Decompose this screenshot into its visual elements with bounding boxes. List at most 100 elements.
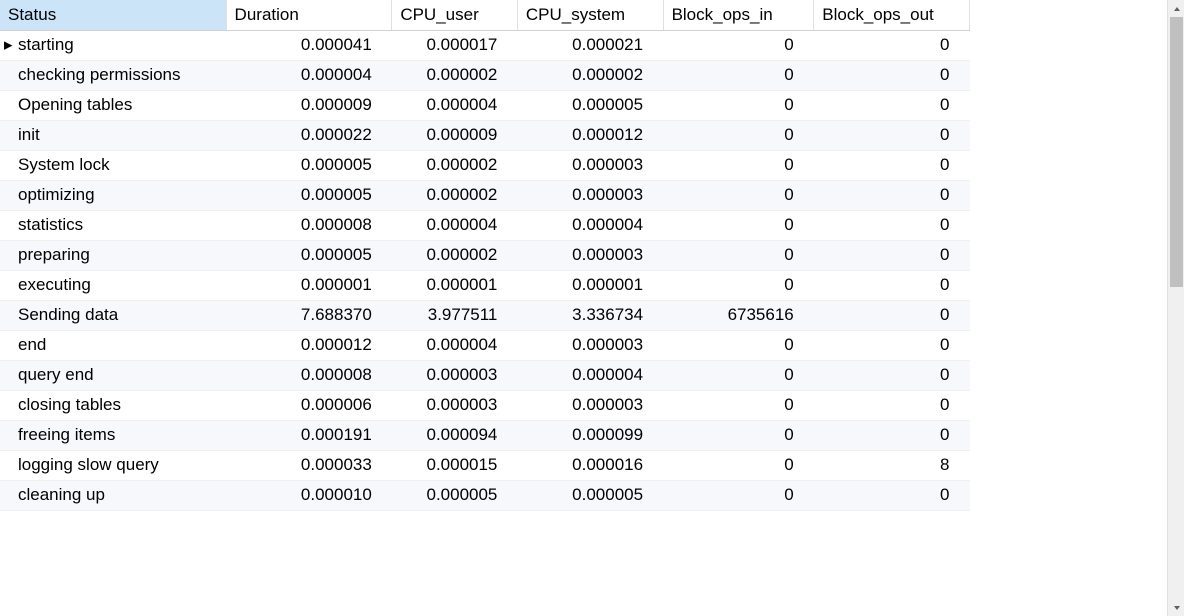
cell-duration[interactable]: 0.000001 — [226, 270, 392, 300]
cell-cpu-system[interactable]: 0.000003 — [517, 150, 663, 180]
cell-cpu-user[interactable]: 0.000002 — [392, 240, 518, 270]
cell-cpu-user[interactable]: 0.000004 — [392, 330, 518, 360]
cell-status[interactable]: init — [0, 120, 226, 150]
cell-cpu-user[interactable]: 0.000003 — [392, 360, 518, 390]
cell-block-ops-out[interactable]: 0 — [814, 210, 970, 240]
cell-status[interactable]: preparing — [0, 240, 226, 270]
cell-duration[interactable]: 0.000008 — [226, 360, 392, 390]
table-row[interactable]: ▶starting0.0000410.0000170.00002100 — [0, 30, 970, 60]
cell-status[interactable]: Sending data — [0, 300, 226, 330]
cell-status[interactable]: Opening tables — [0, 90, 226, 120]
cell-cpu-system[interactable]: 0.000002 — [517, 60, 663, 90]
cell-cpu-user[interactable]: 0.000094 — [392, 420, 518, 450]
column-header-duration[interactable]: Duration — [226, 0, 392, 30]
table-row[interactable]: Opening tables0.0000090.0000040.00000500 — [0, 90, 970, 120]
cell-block-ops-out[interactable]: 0 — [814, 150, 970, 180]
cell-block-ops-in[interactable]: 0 — [663, 210, 814, 240]
cell-duration[interactable]: 0.000008 — [226, 210, 392, 240]
cell-status[interactable]: logging slow query — [0, 450, 226, 480]
cell-status[interactable]: statistics — [0, 210, 226, 240]
table-row[interactable]: checking permissions0.0000040.0000020.00… — [0, 60, 970, 90]
cell-cpu-system[interactable]: 0.000005 — [517, 480, 663, 510]
column-header-status[interactable]: Status — [0, 0, 226, 30]
table-row[interactable]: statistics0.0000080.0000040.00000400 — [0, 210, 970, 240]
cell-cpu-system[interactable]: 0.000003 — [517, 390, 663, 420]
cell-block-ops-out[interactable]: 0 — [814, 480, 970, 510]
cell-status[interactable]: query end — [0, 360, 226, 390]
cell-block-ops-in[interactable]: 0 — [663, 480, 814, 510]
table-row[interactable]: closing tables0.0000060.0000030.00000300 — [0, 390, 970, 420]
cell-cpu-user[interactable]: 0.000001 — [392, 270, 518, 300]
cell-status[interactable]: checking permissions — [0, 60, 226, 90]
cell-cpu-user[interactable]: 0.000017 — [392, 30, 518, 60]
cell-cpu-system[interactable]: 0.000003 — [517, 240, 663, 270]
cell-block-ops-in[interactable]: 0 — [663, 270, 814, 300]
cell-duration[interactable]: 0.000041 — [226, 30, 392, 60]
table-row[interactable]: init0.0000220.0000090.00001200 — [0, 120, 970, 150]
cell-block-ops-out[interactable]: 0 — [814, 120, 970, 150]
cell-block-ops-in[interactable]: 0 — [663, 360, 814, 390]
cell-block-ops-out[interactable]: 8 — [814, 450, 970, 480]
cell-block-ops-out[interactable]: 0 — [814, 270, 970, 300]
cell-status[interactable]: freeing items — [0, 420, 226, 450]
table-row[interactable]: executing0.0000010.0000010.00000100 — [0, 270, 970, 300]
cell-cpu-user[interactable]: 3.977511 — [392, 300, 518, 330]
cell-block-ops-in[interactable]: 6735616 — [663, 300, 814, 330]
cell-duration[interactable]: 0.000191 — [226, 420, 392, 450]
cell-cpu-user[interactable]: 0.000005 — [392, 480, 518, 510]
cell-block-ops-out[interactable]: 0 — [814, 420, 970, 450]
cell-cpu-system[interactable]: 0.000003 — [517, 330, 663, 360]
cell-block-ops-in[interactable]: 0 — [663, 390, 814, 420]
cell-block-ops-out[interactable]: 0 — [814, 180, 970, 210]
cell-cpu-system[interactable]: 0.000021 — [517, 30, 663, 60]
cell-block-ops-out[interactable]: 0 — [814, 360, 970, 390]
cell-block-ops-in[interactable]: 0 — [663, 150, 814, 180]
cell-duration[interactable]: 0.000012 — [226, 330, 392, 360]
cell-cpu-system[interactable]: 0.000099 — [517, 420, 663, 450]
table-row[interactable]: freeing items0.0001910.0000940.00009900 — [0, 420, 970, 450]
cell-block-ops-in[interactable]: 0 — [663, 180, 814, 210]
table-row[interactable]: query end0.0000080.0000030.00000400 — [0, 360, 970, 390]
cell-cpu-system[interactable]: 0.000016 — [517, 450, 663, 480]
cell-block-ops-in[interactable]: 0 — [663, 120, 814, 150]
table-row[interactable]: Sending data7.6883703.9775113.3367346735… — [0, 300, 970, 330]
vertical-scrollbar[interactable] — [1167, 0, 1184, 616]
table-row[interactable]: System lock0.0000050.0000020.00000300 — [0, 150, 970, 180]
cell-block-ops-out[interactable]: 0 — [814, 330, 970, 360]
cell-cpu-user[interactable]: 0.000004 — [392, 210, 518, 240]
cell-cpu-system[interactable]: 0.000003 — [517, 180, 663, 210]
cell-cpu-system[interactable]: 0.000004 — [517, 210, 663, 240]
table-row[interactable]: logging slow query0.0000330.0000150.0000… — [0, 450, 970, 480]
cell-block-ops-out[interactable]: 0 — [814, 390, 970, 420]
cell-status[interactable]: optimizing — [0, 180, 226, 210]
cell-block-ops-out[interactable]: 0 — [814, 300, 970, 330]
cell-cpu-user[interactable]: 0.000004 — [392, 90, 518, 120]
cell-block-ops-in[interactable]: 0 — [663, 90, 814, 120]
column-header-cpu-system[interactable]: CPU_system — [517, 0, 663, 30]
cell-cpu-user[interactable]: 0.000002 — [392, 60, 518, 90]
cell-status[interactable]: System lock — [0, 150, 226, 180]
cell-block-ops-in[interactable]: 0 — [663, 240, 814, 270]
cell-duration[interactable]: 0.000004 — [226, 60, 392, 90]
cell-cpu-user[interactable]: 0.000002 — [392, 150, 518, 180]
cell-cpu-system[interactable]: 3.336734 — [517, 300, 663, 330]
scrollbar-thumb[interactable] — [1170, 17, 1183, 287]
cell-cpu-system[interactable]: 0.000001 — [517, 270, 663, 300]
cell-cpu-system[interactable]: 0.000012 — [517, 120, 663, 150]
cell-cpu-user[interactable]: 0.000002 — [392, 180, 518, 210]
cell-duration[interactable]: 0.000010 — [226, 480, 392, 510]
column-header-cpu-user[interactable]: CPU_user — [392, 0, 518, 30]
cell-duration[interactable]: 0.000022 — [226, 120, 392, 150]
cell-block-ops-in[interactable]: 0 — [663, 60, 814, 90]
cell-duration[interactable]: 0.000006 — [226, 390, 392, 420]
cell-block-ops-in[interactable]: 0 — [663, 30, 814, 60]
table-row[interactable]: optimizing0.0000050.0000020.00000300 — [0, 180, 970, 210]
cell-status[interactable]: end — [0, 330, 226, 360]
cell-block-ops-out[interactable]: 0 — [814, 30, 970, 60]
cell-duration[interactable]: 7.688370 — [226, 300, 392, 330]
cell-block-ops-in[interactable]: 0 — [663, 420, 814, 450]
scroll-down-arrow-icon[interactable] — [1168, 599, 1184, 616]
cell-cpu-user[interactable]: 0.000009 — [392, 120, 518, 150]
cell-block-ops-in[interactable]: 0 — [663, 330, 814, 360]
scroll-up-arrow-icon[interactable] — [1168, 0, 1184, 17]
